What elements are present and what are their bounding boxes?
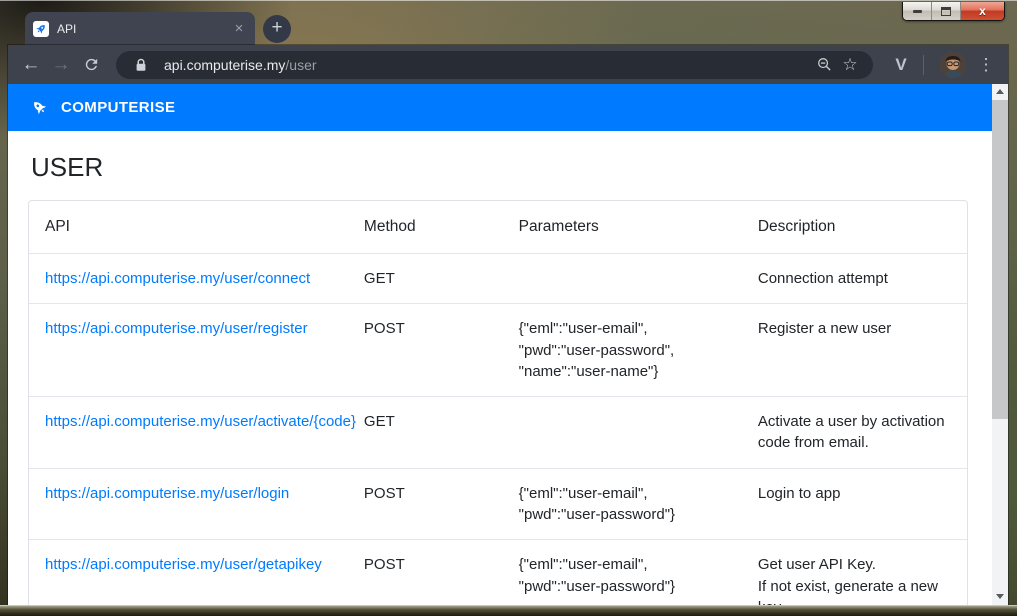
page-title: USER [31, 152, 104, 182]
description-cell: Activate a user by activation code from … [741, 396, 967, 469]
site-header: COMPUTERISE [8, 84, 992, 131]
api-link[interactable]: https://api.computerise.my/user/activate… [45, 413, 356, 430]
params-cell [502, 396, 742, 469]
window-bottom-border [0, 605, 1017, 616]
col-header-description: Description [741, 201, 967, 254]
method-cell: POST [347, 539, 503, 605]
bookmark-star-icon[interactable]: ☆ [837, 52, 863, 78]
table-row: https://api.computerise.my/user/getapike… [29, 539, 967, 605]
minimize-icon [912, 9, 922, 13]
window-close-button[interactable]: x [961, 2, 1004, 20]
reload-button[interactable] [76, 50, 106, 80]
close-icon: x [979, 4, 986, 18]
description-cell: Get user API Key. If not exist, generate… [741, 539, 967, 605]
method-cell: GET [347, 396, 503, 469]
url-path: /user [285, 56, 317, 73]
table-row: https://api.computerise.my/user/login PO… [29, 467, 967, 540]
brand-rocket-icon [31, 99, 48, 116]
browser-window: ← → api.computerise.my/user ☆ V ⋮ COMPUT… [8, 45, 1008, 605]
method-cell: POST [347, 303, 503, 397]
vimium-extension-icon[interactable]: V [887, 55, 915, 75]
method-cell: GET [363, 270, 395, 287]
tab-favicon-rocket-icon [33, 20, 49, 37]
back-button[interactable]: ← [16, 50, 46, 80]
scrollbar-down-button[interactable] [992, 589, 1008, 604]
url-host: api.computerise.my [164, 56, 286, 73]
brand-link[interactable]: COMPUTERISE [31, 99, 175, 116]
lock-icon[interactable] [128, 52, 154, 78]
params-cell: {"eml":"user-email", "pwd":"user-passwor… [502, 539, 742, 605]
tab-title: API [57, 21, 77, 36]
address-bar[interactable]: api.computerise.my/user ☆ [116, 50, 873, 79]
scroll-down-icon [996, 594, 1004, 599]
scroll-up-icon [996, 89, 1004, 94]
api-table: API Method Parameters Description https:… [29, 201, 967, 605]
brand-name: COMPUTERISE [61, 99, 176, 116]
api-link[interactable]: https://api.computerise.my/user/login [45, 485, 289, 502]
description-cell: Register a new user [741, 303, 967, 397]
page-viewport: COMPUTERISE USER API Method Parameters D… [8, 84, 1008, 605]
tab-close-icon[interactable]: × [231, 21, 247, 37]
forward-button: → [51, 53, 71, 75]
browser-toolbar: ← → api.computerise.my/user ☆ V ⋮ [8, 45, 1008, 84]
window-controls: x [902, 2, 1005, 21]
profile-avatar[interactable] [940, 51, 966, 78]
window-top-highlight [0, 0, 1017, 1]
method-cell: POST [347, 467, 503, 540]
api-link[interactable]: https://api.computerise.my/user/register [45, 320, 308, 337]
toolbar-separator [923, 54, 924, 75]
page-scrollbar[interactable] [992, 84, 1008, 605]
new-tab-button[interactable]: + [263, 15, 291, 43]
description-cell: Login to app [741, 467, 967, 540]
zoom-icon[interactable] [811, 52, 837, 78]
col-header-api: API [29, 201, 348, 254]
table-row: https://api.computerise.my/user/connect … [29, 254, 967, 304]
api-link[interactable]: https://api.computerise.my/user/getapike… [45, 556, 322, 573]
table-row: https://api.computerise.my/user/register… [29, 303, 967, 397]
scrollbar-thumb[interactable] [992, 100, 1008, 419]
page-content: USER API Method Parameters Description h… [8, 131, 1008, 605]
window-restore-button[interactable] [932, 2, 961, 20]
table-row: https://api.computerise.my/user/activate… [29, 396, 967, 469]
api-table-card: API Method Parameters Description https:… [28, 200, 968, 605]
params-cell: {"eml":"user-email", "pwd":"user-passwor… [502, 467, 742, 540]
col-header-parameters: Parameters [502, 201, 742, 254]
browser-menu-icon[interactable]: ⋮ [974, 55, 998, 75]
col-header-method: Method [347, 201, 503, 254]
description-cell: Connection attempt [757, 270, 888, 287]
browser-tab[interactable]: API × [25, 12, 255, 45]
reload-icon [85, 58, 97, 71]
scrollbar-up-button[interactable] [992, 84, 1008, 99]
table-header-row: API Method Parameters Description [29, 201, 967, 254]
url-text: api.computerise.my/user [164, 57, 811, 73]
browser-titlebar: API × + x [0, 0, 1017, 45]
params-cell [503, 254, 742, 304]
restore-icon [941, 6, 951, 16]
window-minimize-button[interactable] [903, 2, 932, 20]
api-table-body: https://api.computerise.my/user/connect … [29, 254, 967, 605]
params-cell: {"eml":"user-email", "pwd":"user-passwor… [502, 303, 742, 397]
api-link[interactable]: https://api.computerise.my/user/connect [45, 270, 310, 287]
